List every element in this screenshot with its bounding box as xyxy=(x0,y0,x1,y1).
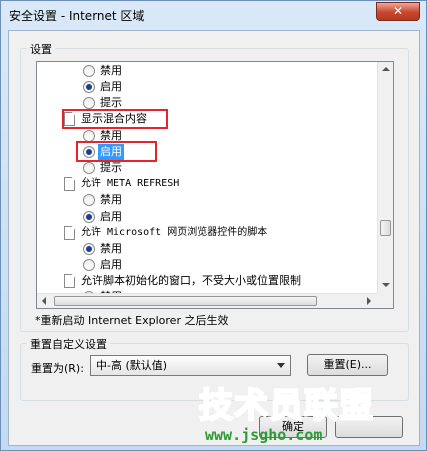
title-bar[interactable]: 安全设置 - Internet 区域 ✕ xyxy=(1,1,426,29)
radio-prompt-2[interactable] xyxy=(83,162,95,174)
horizontal-scroll-thumb[interactable] xyxy=(54,296,317,306)
window-title: 安全设置 - Internet 区域 xyxy=(9,9,145,23)
radio-label: 提示 xyxy=(100,161,122,174)
document-icon xyxy=(64,226,75,240)
radio-label: 启用 xyxy=(100,210,122,223)
list-item[interactable]: 允许 Microsoft 网页浏览器控件的脚本 xyxy=(37,225,367,241)
restart-note: *重新启动 Internet Explorer 之后生效 xyxy=(35,314,229,327)
list-item[interactable]: 禁用 xyxy=(37,241,367,257)
list-item[interactable]: 提示 xyxy=(37,160,367,176)
security-settings-window: 安全设置 - Internet 区域 ✕ 设置 禁用 启用 提示 显示混合内容 … xyxy=(0,0,427,451)
highlight-box-heading xyxy=(62,109,168,129)
list-item[interactable]: 启用 xyxy=(37,257,367,273)
reset-to-label: 重置为(R): xyxy=(31,362,84,375)
list-item[interactable]: 允许 META REFRESH xyxy=(37,176,367,192)
radio-enable-4[interactable] xyxy=(83,259,95,271)
setting-heading-webbrowser-script: 允许 Microsoft 网页浏览器控件的脚本 xyxy=(81,227,268,238)
setting-heading-meta-refresh: 允许 META REFRESH xyxy=(81,178,180,189)
watermark-url: www.jsgho.com xyxy=(205,426,323,444)
scroll-up-icon[interactable] xyxy=(382,67,390,71)
reset-button-label: 重置(E)... xyxy=(323,358,372,371)
reset-level-select[interactable]: 中-高 (默认值) xyxy=(90,355,291,376)
vertical-scroll-thumb[interactable] xyxy=(380,220,391,236)
scroll-left-icon[interactable] xyxy=(42,297,46,305)
close-button[interactable]: ✕ xyxy=(376,2,420,21)
document-icon xyxy=(64,274,75,288)
horizontal-scrollbar[interactable] xyxy=(37,293,379,308)
radio-label: 禁用 xyxy=(100,193,122,206)
list-item[interactable]: 禁用 xyxy=(37,63,367,79)
chevron-down-icon xyxy=(277,363,285,368)
list-item[interactable]: 启用 xyxy=(37,79,367,95)
list-item[interactable]: 允许脚本初始化的窗口，不受大小或位置限制 xyxy=(37,273,367,289)
radio-enable-1[interactable] xyxy=(83,81,95,93)
radio-label: 禁用 xyxy=(100,64,122,77)
radio-disable-3[interactable] xyxy=(83,194,95,206)
scroll-down-icon[interactable] xyxy=(382,283,390,287)
radio-label: 禁用 xyxy=(100,242,122,255)
settings-group-label: 设置 xyxy=(27,41,55,57)
vertical-scrollbar[interactable] xyxy=(377,62,393,294)
reset-group-label: 重置自定义设置 xyxy=(27,336,110,352)
radio-disable-4[interactable] xyxy=(83,243,95,255)
reset-level-value: 中-高 (默认值) xyxy=(96,359,168,372)
radio-disable-1[interactable] xyxy=(83,65,95,77)
list-item[interactable]: 禁用 xyxy=(37,192,367,208)
close-icon: ✕ xyxy=(392,4,404,18)
radio-label: 启用 xyxy=(100,80,122,93)
document-icon xyxy=(64,177,75,191)
reset-button[interactable]: 重置(E)... xyxy=(307,354,388,376)
setting-heading-script-windows: 允许脚本初始化的窗口，不受大小或位置限制 xyxy=(81,274,301,287)
watermark: 技术员联盟 www.jsgho.com xyxy=(198,378,425,448)
settings-rows: 禁用 启用 提示 显示混合内容 禁用 启用 提示 允许 META REFRESH… xyxy=(37,62,379,294)
highlight-box-enable xyxy=(76,141,157,162)
scroll-corner xyxy=(377,293,393,308)
radio-label: 启用 xyxy=(100,258,122,271)
radio-enable-3[interactable] xyxy=(83,211,95,223)
scroll-right-icon[interactable] xyxy=(367,297,371,305)
watermark-logo: 技术员联盟 xyxy=(198,385,374,427)
settings-tree[interactable]: 禁用 启用 提示 显示混合内容 禁用 启用 提示 允许 META REFRESH… xyxy=(36,61,394,309)
list-item[interactable]: 启用 xyxy=(37,209,367,225)
radio-prompt-1[interactable] xyxy=(83,97,95,109)
